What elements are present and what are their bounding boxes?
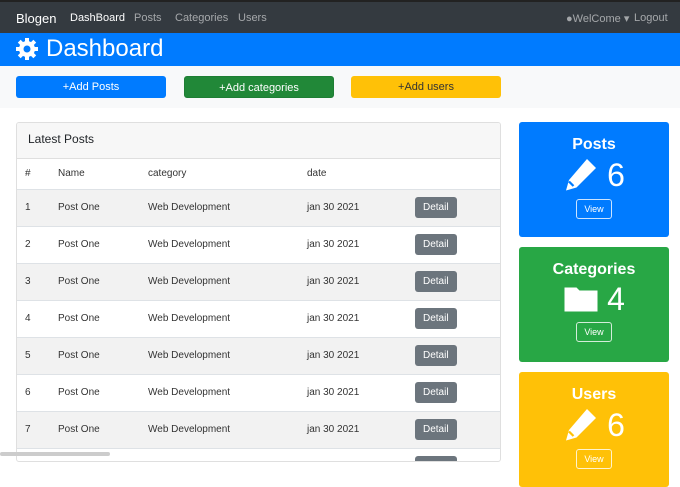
detail-button[interactable]: Detail (415, 456, 457, 461)
nav-categories[interactable]: Categories (175, 12, 228, 24)
table-row: 1 Post One Web Development jan 30 2021 Detai… (17, 188, 500, 226)
gear-icon (16, 38, 38, 60)
nav-users[interactable]: Users (238, 12, 267, 24)
caret-down-icon: ▾ (623, 13, 630, 25)
cell-action: Detail (407, 299, 500, 337)
cell-category: Web Development (140, 410, 299, 448)
user-dropdown[interactable]: ●WelCome ▾ (566, 12, 629, 25)
brand[interactable]: Blogen (16, 11, 56, 26)
cell-date: jan 30 2021 (299, 225, 407, 263)
table-row: 2 Post One Web Development jan 30 2021 Detai… (17, 225, 500, 263)
pencil-icon (563, 156, 599, 195)
cell-date: jan 30 2021 (299, 262, 407, 300)
view-button[interactable]: View (576, 322, 612, 342)
cell-name: Post One (50, 262, 140, 300)
detail-button[interactable]: Detail (415, 419, 457, 440)
detail-button[interactable]: Detail (415, 308, 457, 329)
cell-name: Post One (50, 188, 140, 226)
cell-category: Web Development (140, 225, 299, 263)
cell-n: 5 (17, 336, 50, 374)
cell-name: Post One (50, 410, 140, 448)
nav-dashboard[interactable]: DashBoard (70, 12, 125, 24)
cell-action: Detail (407, 336, 500, 374)
horizontal-scrollbar[interactable] (0, 452, 110, 456)
cell-category: Web Development (140, 188, 299, 226)
page-title: Dashboard (46, 35, 164, 62)
stat-title: Users (571, 386, 617, 403)
table-row: 4 Post One Web Development jan 30 2021 Detai… (17, 299, 500, 337)
col-date: date (299, 159, 407, 190)
detail-button[interactable]: Detail (415, 234, 457, 255)
nav-posts[interactable]: Posts (134, 12, 162, 24)
cell-date (299, 447, 407, 461)
cell-name: Post One (50, 373, 140, 411)
cell-n: 2 (17, 225, 50, 263)
cell-date: jan 30 2021 (299, 299, 407, 337)
user-label: WelCome (572, 13, 621, 25)
action-bar: +Add Posts +Add categories +Add users (0, 66, 680, 108)
stat-count: 6 (607, 157, 625, 193)
stat-card-posts: Posts 6 View (519, 122, 669, 237)
cell-n: 7 (17, 410, 50, 448)
page-header: Dashboard (0, 33, 680, 66)
navbar: Blogen DashBoard Posts Categories Users … (0, 0, 680, 33)
col-number: # (17, 159, 50, 190)
cell-name: Post One (50, 225, 140, 263)
cell-action: Detail (407, 262, 500, 300)
col-action (407, 159, 500, 190)
detail-button[interactable]: Detail (415, 382, 457, 403)
cell-n: 4 (17, 299, 50, 337)
cell-date: jan 30 2021 (299, 188, 407, 226)
detail-button[interactable]: Detail (415, 197, 457, 218)
cell-action: Detail (407, 447, 500, 461)
cell-category: Web Development (140, 299, 299, 337)
card-title: Latest Posts (17, 123, 500, 159)
cell-action: Detail (407, 410, 500, 448)
cell-date: jan 30 2021 (299, 336, 407, 374)
cell-category: Web Development (140, 262, 299, 300)
cell-name: Post One (50, 336, 140, 374)
logout-link[interactable]: Logout (634, 12, 668, 24)
col-category: category (140, 159, 299, 190)
posts-table: # Name category date 1 Post One Web Develo… (17, 159, 500, 461)
stat-count: 6 (607, 407, 625, 443)
stat-title: Posts (572, 136, 616, 153)
cell-action: Detail (407, 225, 500, 263)
folder-icon (563, 283, 599, 316)
stat-card-categories: Categories 4 View (519, 247, 669, 362)
stat-title: Categories (552, 261, 636, 278)
cell-date: jan 30 2021 (299, 373, 407, 411)
add-posts-button[interactable]: +Add Posts (16, 76, 166, 98)
table-row: 7 Post One Web Development jan 30 2021 Detai… (17, 410, 500, 448)
stat-card-users: Users 6 View (519, 372, 669, 487)
cell-category: Web Development (140, 373, 299, 411)
view-button[interactable]: View (576, 449, 612, 469)
pencil-icon (563, 406, 599, 445)
view-button[interactable]: View (576, 199, 612, 219)
col-name: Name (50, 159, 140, 190)
table-row: 3 Post One Web Development jan 30 2021 Detai… (17, 262, 500, 300)
cell-action: Detail (407, 188, 500, 226)
cell-action: Detail (407, 373, 500, 411)
cell-n: 1 (17, 188, 50, 226)
latest-posts-card: Latest Posts # Name category date 1 Post … (16, 122, 501, 462)
cell-name: Post One (50, 299, 140, 337)
table-row: 6 Post One Web Development jan 30 2021 Detai… (17, 373, 500, 411)
detail-button[interactable]: Detail (415, 345, 457, 366)
user-icon: ● (566, 13, 573, 25)
detail-button[interactable]: Detail (415, 271, 457, 292)
cell-date: jan 30 2021 (299, 410, 407, 448)
table-row: 5 Post One Web Development jan 30 2021 Detai… (17, 336, 500, 374)
stat-count: 4 (607, 281, 625, 317)
cell-n: 3 (17, 262, 50, 300)
add-categories-button[interactable]: +Add categories (184, 76, 334, 98)
cell-n: 6 (17, 373, 50, 411)
cell-category (140, 447, 299, 461)
add-users-button[interactable]: +Add users (351, 76, 501, 98)
cell-category: Web Development (140, 336, 299, 374)
